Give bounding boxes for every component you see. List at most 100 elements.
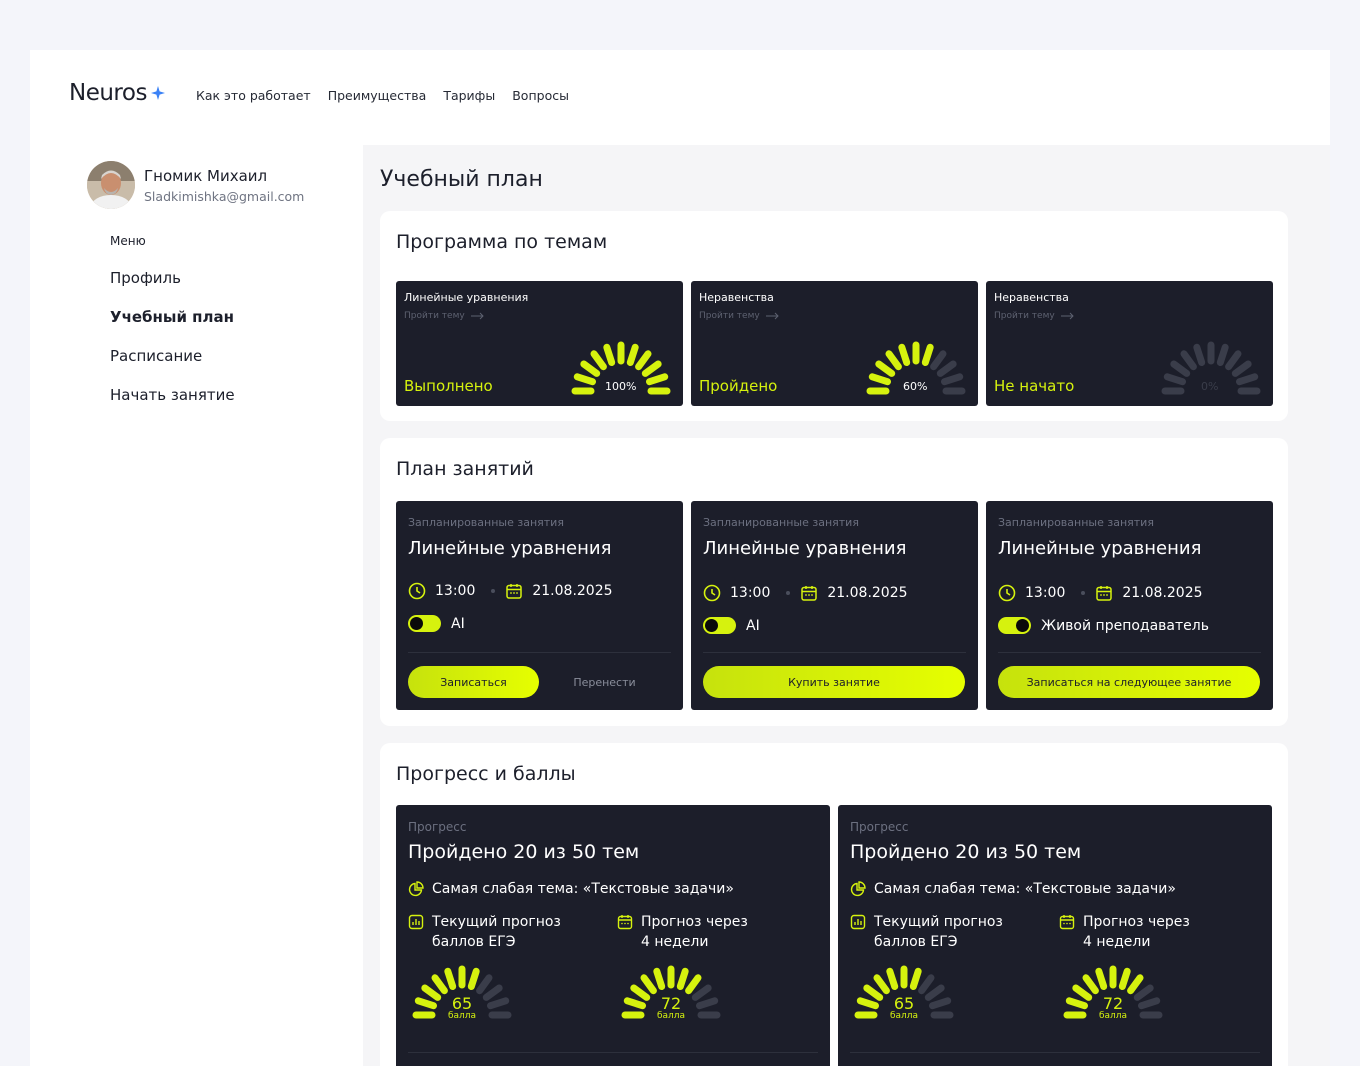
divider [408,652,671,653]
reschedule-button[interactable]: Перенести [539,666,670,698]
menu-item-schedule[interactable]: Расписание [110,347,202,365]
topic-card[interactable]: Неравенства Пройти тему Пройдено 60% [691,281,978,406]
lesson-time: 13:00 [1025,585,1066,601]
menu-item-study-plan[interactable]: Учебный план [110,308,234,326]
gauge-segment [898,343,911,366]
lesson-mode-row: AI [408,615,465,632]
arrow-right-icon [1060,312,1074,320]
lesson-date: 21.08.2025 [1122,585,1203,601]
menu-item-profile[interactable]: Профиль [110,269,181,287]
gauge-segment [868,373,891,386]
divider [703,652,966,653]
mode-toggle[interactable] [408,615,441,632]
progress-card: Прогресс Пройдено 20 из 50 тем Самая сла… [396,805,830,1066]
progress-card: Прогресс Пройдено 20 из 50 тем Самая сла… [838,805,1272,1066]
gauge-segment [885,350,902,371]
future-forecast-row: Прогноз через 4 недели [1059,912,1190,952]
future-score-unit: балла [656,1011,686,1021]
separator-dot [1081,591,1086,595]
gauge-segment [873,974,890,995]
label-line: Прогноз через [1083,914,1190,930]
menu-item-start-lesson[interactable]: Начать занятие [110,386,235,404]
lesson-title: Линейные уравнения [998,538,1202,559]
top-nav: Как это работает Преимущества Тарифы Воп… [196,88,569,103]
current-forecast-label: Текущий прогноз баллов ЕГЭ [874,912,1003,952]
future-forecast-label: Прогноз через 4 недели [641,912,748,952]
main-content: Учебный план Программа по темам Линейные… [363,145,1330,1066]
gauge-segment [696,997,719,1010]
lesson-mode-row: AI [703,617,760,634]
topic-card[interactable]: Неравенства Пройти тему Не начато 0% [986,281,1273,406]
gauge-segment [1170,360,1191,377]
topic-status: Выполнено [404,377,493,395]
future-forecast-row: Прогноз через 4 недели [617,912,748,952]
enroll-next-button[interactable]: Записаться на следующее занятие [998,666,1260,698]
gauge-segment [1065,997,1088,1010]
gauge-segment [482,984,503,1001]
topic-link-label: Пройти тему [404,311,465,321]
nav-advantages[interactable]: Преимущества [328,88,427,103]
gauge-segment [630,984,651,1001]
weak-topic: Самая слабая тема: «Текстовые задачи» [874,881,1176,897]
mode-toggle[interactable] [703,617,736,634]
sparkle-icon [150,86,165,100]
separator-dot [786,591,791,595]
gauge-segment [886,967,899,990]
lesson-caption: Запланированные занятия [998,516,1154,529]
lesson-datetime: 13:00 21.08.2025 [703,584,908,602]
topic-link-label: Пройти тему [699,311,760,321]
lesson-mode: AI [746,617,760,634]
gauge-segment [1180,350,1197,371]
topic-link[interactable]: Пройти тему [699,311,780,321]
gauge-segment [1082,974,1099,995]
topic-card[interactable]: Линейные уравнения Пройти тему Выполнено… [396,281,683,406]
gauge-segment [1127,974,1144,995]
topic-title: Неравенства [699,291,774,304]
lesson-date: 21.08.2025 [532,583,613,599]
pie-chart-icon [408,881,424,897]
sidebar: Гномик Михаил Sladkimishka@gmail.com Мен… [30,145,363,1066]
menu-caption: Меню [110,234,146,248]
topic-title: Линейные уравнения [404,291,529,304]
gauge-segment [476,974,493,995]
gauge-segment [1236,373,1259,386]
buy-lesson-button[interactable]: Купить занятие [703,666,965,698]
gauge-segment [921,343,934,366]
lesson-time: 13:00 [435,583,476,599]
logo[interactable]: Neuros [69,80,165,106]
arrow-right-icon [765,312,779,320]
topic-link[interactable]: Пройти тему [404,311,485,321]
topic-link[interactable]: Пройти тему [994,311,1075,321]
progress-caption: Прогресс [850,820,909,834]
gauge-segment [936,360,957,377]
lesson-mode: Живой преподаватель [1041,617,1209,634]
gauge-segment [1216,343,1229,366]
nav-pricing[interactable]: Тарифы [443,88,495,103]
weak-topic: Самая слабая тема: «Текстовые задачи» [432,881,734,897]
topics-panel: Программа по темам Линейные уравнения Пр… [380,211,1288,421]
gauge-segment [1133,984,1154,1001]
topic-status: Не начато [994,377,1075,395]
lesson-card: Запланированные занятия Линейные уравнен… [396,501,683,710]
gauge-segment [1072,984,1093,1001]
topic-title: Неравенства [994,291,1069,304]
weak-topic-row: Самая слабая тема: «Текстовые задачи» [850,879,1176,899]
mode-toggle[interactable] [998,617,1031,634]
nav-faq[interactable]: Вопросы [512,88,569,103]
gauge-segment [909,967,922,990]
current-forecast-row: Текущий прогноз баллов ЕГЭ [850,912,1003,952]
pie-chart-icon [850,881,866,897]
toggle-knob [1016,619,1029,632]
gauge-segment [626,343,639,366]
avatar[interactable] [87,161,135,209]
label-line: Прогноз через [641,914,748,930]
gauge-segment [421,984,442,1001]
gauge-segment [603,343,616,366]
toggle-knob [705,619,718,632]
enroll-button[interactable]: Записаться [408,666,539,698]
nav-how-it-works[interactable]: Как это работает [196,88,311,103]
clock-icon [703,584,721,602]
clock-icon [408,582,426,600]
app-frame: Neuros Как это работает Преимущества Тар… [30,50,1330,1066]
progress-title: Прогресс и баллы [396,763,576,785]
